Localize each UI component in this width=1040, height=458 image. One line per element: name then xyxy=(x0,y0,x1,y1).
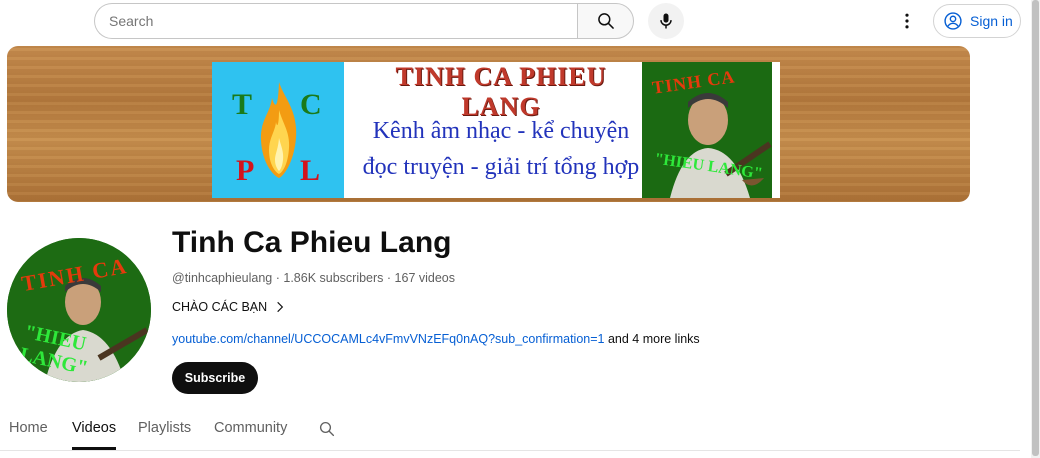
voice-search-button[interactable] xyxy=(648,3,684,39)
logo-letter-c: C xyxy=(300,88,322,121)
tab-search-button[interactable] xyxy=(318,420,336,443)
subscribe-button[interactable]: Subscribe xyxy=(172,362,258,394)
banner-photo: TINH CA "HIEU LANG" xyxy=(642,62,772,198)
channel-avatar: TINH CA "HIEU LANG" xyxy=(7,238,151,382)
description-text: CHÀO CÁC BẠN xyxy=(172,300,268,314)
microphone-icon xyxy=(660,13,672,29)
meta-separator-2: · xyxy=(383,271,395,285)
search-box[interactable] xyxy=(94,3,578,39)
sign-in-button[interactable]: Sign in xyxy=(933,4,1021,38)
sign-in-label: Sign in xyxy=(970,13,1013,29)
tabs-divider xyxy=(0,450,1020,451)
more-vert-icon xyxy=(905,13,909,29)
subscriber-count: 1.86K subscribers xyxy=(283,271,384,285)
banner-title: TINH CA PHIEU LANG xyxy=(395,62,607,121)
account-circle-icon xyxy=(944,12,962,30)
search-icon xyxy=(597,13,614,29)
logo-letter-t: T xyxy=(232,88,253,121)
flame-icon xyxy=(260,82,297,178)
channel-name: Tinh Ca Phieu Lang xyxy=(172,226,452,259)
search-icon xyxy=(319,421,335,437)
banner-line-2: đọc truyện - giải trí tổng hợp xyxy=(362,154,640,180)
channel-banner: T C P L TINH CA PHIEU LANG Kênh âm nhạc … xyxy=(7,46,970,202)
tab-home[interactable]: Home xyxy=(9,420,48,436)
search-button[interactable] xyxy=(577,3,634,39)
channel-meta: @tinhcaphieulang · 1.86K subscribers · 1… xyxy=(172,271,455,285)
channel-handle: @tinhcaphieulang xyxy=(172,271,273,285)
search-input[interactable] xyxy=(95,4,578,38)
video-count: 167 videos xyxy=(394,271,456,285)
scrollbar-thumb[interactable] xyxy=(1032,0,1039,456)
meta-separator-1: · xyxy=(272,271,284,285)
channel-links: youtube.com/channel/UCCOCAMLc4vFmvVNzEFq… xyxy=(172,332,700,346)
tab-playlists[interactable]: Playlists xyxy=(138,420,191,436)
chevron-right-icon xyxy=(277,301,284,313)
logo-letter-l: L xyxy=(300,154,321,187)
banner-artwork: T C P L TINH CA PHIEU LANG Kênh âm nhạc … xyxy=(212,62,780,198)
channel-link[interactable]: youtube.com/channel/UCCOCAMLc4vFmvVNzEFq… xyxy=(172,332,604,346)
banner-line-1: Kênh âm nhạc - kể chuyện xyxy=(372,118,630,144)
banner-logo: T C P L xyxy=(212,62,344,198)
settings-menu-button[interactable] xyxy=(894,8,920,34)
channel-description[interactable]: CHÀO CÁC BẠN xyxy=(172,300,287,314)
tab-videos[interactable]: Videos xyxy=(72,420,116,436)
tab-community[interactable]: Community xyxy=(214,420,287,436)
more-links[interactable]: and 4 more links xyxy=(608,332,700,346)
logo-letter-p: P xyxy=(236,154,255,187)
channel-tabs: Home Videos Playlists Community xyxy=(0,410,1020,450)
